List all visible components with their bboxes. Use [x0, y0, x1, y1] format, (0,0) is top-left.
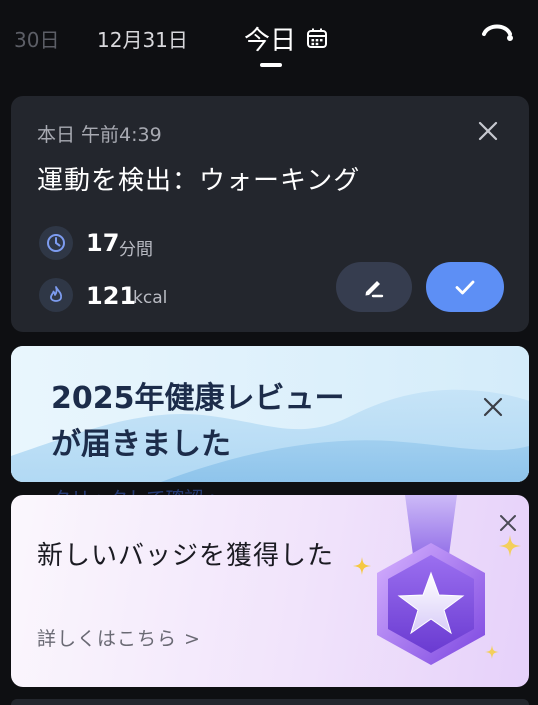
exercise-title: 運動を検出：ウォーキング: [37, 166, 361, 196]
duration-value: 17: [86, 229, 120, 257]
exercise-time: 本日 午前4:39: [37, 124, 162, 146]
calories-unit: kcal: [133, 288, 168, 308]
check-icon: [455, 280, 475, 295]
close-icon[interactable]: [481, 395, 505, 419]
calendar-icon[interactable]: [306, 27, 328, 49]
exercise-detected-card: 本日 午前4:39 運動を検出：ウォーキング 17 分間 121 kcal: [11, 96, 529, 332]
active-tab-indicator: [260, 63, 282, 67]
close-icon[interactable]: [498, 513, 518, 533]
pencil-icon: [365, 281, 384, 298]
health-review-banner[interactable]: 2025年健康レビューが届きました: [11, 346, 529, 482]
close-icon[interactable]: [477, 120, 499, 142]
sparkle-icon: [485, 645, 499, 659]
badge-card-title: 新しいバッジを獲得した: [37, 541, 335, 571]
sparkle-icon: [499, 535, 521, 557]
clock-icon: [39, 226, 73, 260]
next-card-edge: [11, 699, 529, 705]
review-banner-title: 2025年健康レビューが届きました: [51, 381, 345, 462]
sparkle-icon: [353, 557, 371, 575]
date-selector-bar: 30日 12月31日 今日: [0, 0, 538, 80]
date-tab-today[interactable]: 今日: [244, 20, 296, 57]
date-tab-dec31[interactable]: 12月31日: [97, 24, 188, 53]
edit-button[interactable]: [336, 262, 412, 312]
duration-unit: 分間: [119, 240, 153, 260]
confirm-button[interactable]: [426, 262, 504, 312]
phone-hangup-icon[interactable]: [480, 18, 516, 48]
new-badge-card[interactable]: 新しいバッジを獲得した 詳しくはこちら >: [11, 495, 529, 687]
date-tab-30[interactable]: 30日: [14, 24, 59, 53]
calories-value: 121: [86, 282, 137, 310]
badge-details-link[interactable]: 詳しくはこちら >: [37, 624, 201, 651]
flame-icon: [39, 278, 73, 312]
